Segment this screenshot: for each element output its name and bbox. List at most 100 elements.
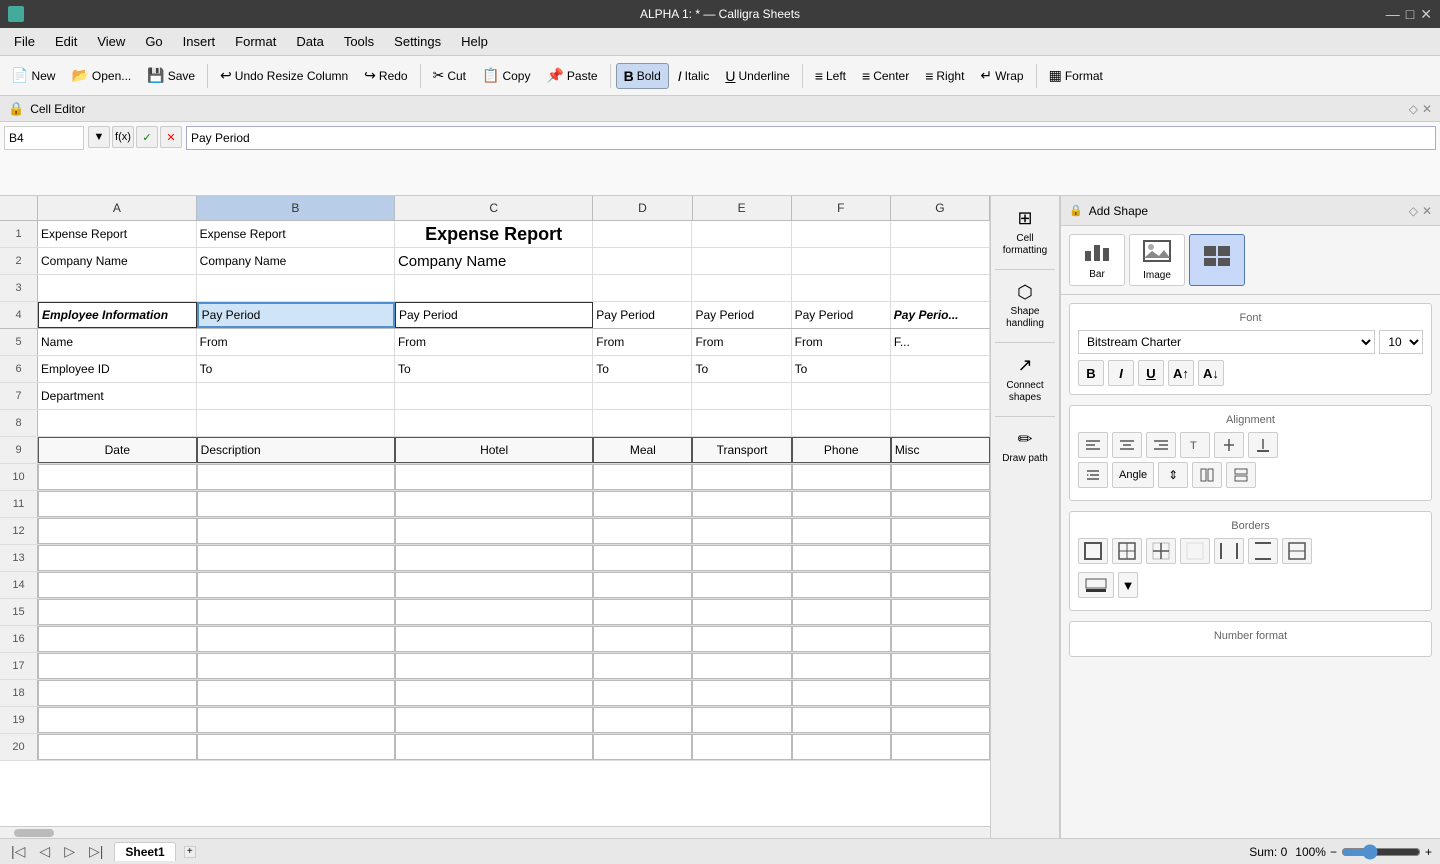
cell-b20[interactable] bbox=[197, 734, 395, 760]
cell-b17[interactable] bbox=[197, 653, 395, 679]
cell-f16[interactable] bbox=[792, 626, 891, 652]
right-button[interactable]: ≡ Right bbox=[918, 64, 971, 88]
cell-f19[interactable] bbox=[792, 707, 891, 733]
indent-btn[interactable] bbox=[1078, 462, 1108, 488]
cell-c10[interactable] bbox=[395, 464, 593, 490]
cell-g7[interactable] bbox=[891, 383, 990, 409]
col-header-f[interactable]: F bbox=[792, 196, 891, 220]
scroll-thumb[interactable] bbox=[14, 829, 54, 837]
cell-f20[interactable] bbox=[792, 734, 891, 760]
cell-c7[interactable] bbox=[395, 383, 593, 409]
border-top-bottom-btn[interactable] bbox=[1248, 538, 1278, 564]
undo-button[interactable]: ↩ Undo Resize Column bbox=[213, 63, 355, 88]
cell-f10[interactable] bbox=[792, 464, 891, 490]
zoom-slider[interactable] bbox=[1341, 844, 1421, 860]
menu-format[interactable]: Format bbox=[225, 30, 286, 53]
cell-g14[interactable] bbox=[891, 572, 990, 598]
tab-nav-prev[interactable]: ◁ bbox=[36, 843, 53, 860]
cell-a9[interactable]: Date bbox=[38, 437, 197, 463]
cell-e12[interactable] bbox=[692, 518, 791, 544]
cell-g3[interactable] bbox=[891, 275, 990, 301]
cell-e17[interactable] bbox=[692, 653, 791, 679]
row-num-10[interactable]: 10 bbox=[0, 464, 38, 490]
paste-button[interactable]: 📌 Paste bbox=[539, 63, 604, 88]
row-num-7[interactable]: 7 bbox=[0, 383, 38, 409]
cell-b9[interactable]: Description bbox=[197, 437, 395, 463]
row-num-4[interactable]: 4 bbox=[0, 302, 38, 328]
cell-a10[interactable] bbox=[38, 464, 197, 490]
cell-b12[interactable] bbox=[197, 518, 395, 544]
col-header-d[interactable]: D bbox=[593, 196, 692, 220]
cell-c12[interactable] bbox=[395, 518, 593, 544]
cell-f17[interactable] bbox=[792, 653, 891, 679]
cell-a4[interactable]: Employee Information bbox=[38, 302, 197, 328]
cell-g15[interactable] bbox=[891, 599, 990, 625]
cell-b19[interactable] bbox=[197, 707, 395, 733]
cell-a17[interactable] bbox=[38, 653, 197, 679]
col-header-g[interactable]: G bbox=[891, 196, 990, 220]
center-button[interactable]: ≡ Center bbox=[855, 64, 916, 88]
bold-button[interactable]: B Bold bbox=[616, 63, 669, 89]
redo-button[interactable]: ↪ Redo bbox=[357, 63, 414, 88]
cell-g17[interactable] bbox=[891, 653, 990, 679]
cell-g10[interactable] bbox=[891, 464, 990, 490]
cell-c5[interactable]: From bbox=[395, 329, 593, 355]
row-num-5[interactable]: 5 bbox=[0, 329, 38, 355]
cell-e6[interactable]: To bbox=[692, 356, 791, 382]
cell-d5[interactable]: From bbox=[593, 329, 692, 355]
cell-g13[interactable] bbox=[891, 545, 990, 571]
cell-c3[interactable] bbox=[395, 275, 593, 301]
underline-button[interactable]: U Underline bbox=[718, 64, 797, 88]
add-sheet-btn[interactable]: + bbox=[184, 846, 196, 858]
cell-e13[interactable] bbox=[692, 545, 791, 571]
cell-b3[interactable] bbox=[197, 275, 395, 301]
cell-a3[interactable] bbox=[38, 275, 197, 301]
angle-btn[interactable]: Angle bbox=[1112, 462, 1154, 488]
cell-f1[interactable] bbox=[792, 221, 891, 247]
menu-tools[interactable]: Tools bbox=[334, 30, 384, 53]
cell-g19[interactable] bbox=[891, 707, 990, 733]
cell-a6[interactable]: Employee ID bbox=[38, 356, 197, 382]
cell-e7[interactable] bbox=[692, 383, 791, 409]
align-text-btn[interactable]: T bbox=[1180, 432, 1210, 458]
sheet-tab-1[interactable]: Sheet1 bbox=[114, 842, 175, 861]
wrap-button[interactable]: ↵ Wrap bbox=[973, 63, 1030, 88]
cell-g9[interactable]: Misc bbox=[891, 437, 990, 463]
cell-c20[interactable] bbox=[395, 734, 593, 760]
cell-d17[interactable] bbox=[593, 653, 692, 679]
cell-c6[interactable]: To bbox=[395, 356, 593, 382]
cell-formatting-tool[interactable]: ⊞ Cell formatting bbox=[995, 202, 1055, 263]
font-family-select[interactable]: Bitstream Charter Arial Times New Roman bbox=[1078, 330, 1375, 354]
cell-g2[interactable] bbox=[891, 248, 990, 274]
menu-settings[interactable]: Settings bbox=[384, 30, 451, 53]
cancel-formula-btn[interactable]: ✕ bbox=[160, 126, 182, 148]
bar-chart-tool[interactable]: Bar bbox=[1069, 234, 1125, 286]
zoom-decrease-btn[interactable]: − bbox=[1330, 845, 1337, 859]
cell-d4[interactable]: Pay Period bbox=[593, 302, 692, 328]
font-bold-btn[interactable]: B bbox=[1078, 360, 1104, 386]
cell-c17[interactable] bbox=[395, 653, 593, 679]
restore-btn[interactable]: □ bbox=[1406, 6, 1414, 23]
cell-e18[interactable] bbox=[692, 680, 791, 706]
font-size-select[interactable]: 10 12 14 16 18 bbox=[1379, 330, 1423, 354]
cell-reference-input[interactable] bbox=[4, 126, 84, 150]
cell-b10[interactable] bbox=[197, 464, 395, 490]
row-num-13[interactable]: 13 bbox=[0, 545, 38, 571]
cell-d6[interactable]: To bbox=[593, 356, 692, 382]
cell-f6[interactable]: To bbox=[792, 356, 891, 382]
zoom-increase-btn[interactable]: + bbox=[1425, 845, 1432, 859]
cell-d8[interactable] bbox=[593, 410, 692, 436]
cell-b8[interactable] bbox=[197, 410, 395, 436]
cell-e19[interactable] bbox=[692, 707, 791, 733]
cell-editor-settings-icon[interactable]: ◇ bbox=[1409, 102, 1418, 116]
cell-b15[interactable] bbox=[197, 599, 395, 625]
cell-a5[interactable]: Name bbox=[38, 329, 197, 355]
menu-edit[interactable]: Edit bbox=[45, 30, 87, 53]
cell-c19[interactable] bbox=[395, 707, 593, 733]
cell-e1[interactable] bbox=[692, 221, 791, 247]
cell-d1[interactable] bbox=[593, 221, 692, 247]
menu-data[interactable]: Data bbox=[286, 30, 333, 53]
minimize-btn[interactable]: — bbox=[1386, 6, 1400, 23]
cell-f3[interactable] bbox=[792, 275, 891, 301]
font-decrease-btn[interactable]: A↓ bbox=[1198, 360, 1224, 386]
